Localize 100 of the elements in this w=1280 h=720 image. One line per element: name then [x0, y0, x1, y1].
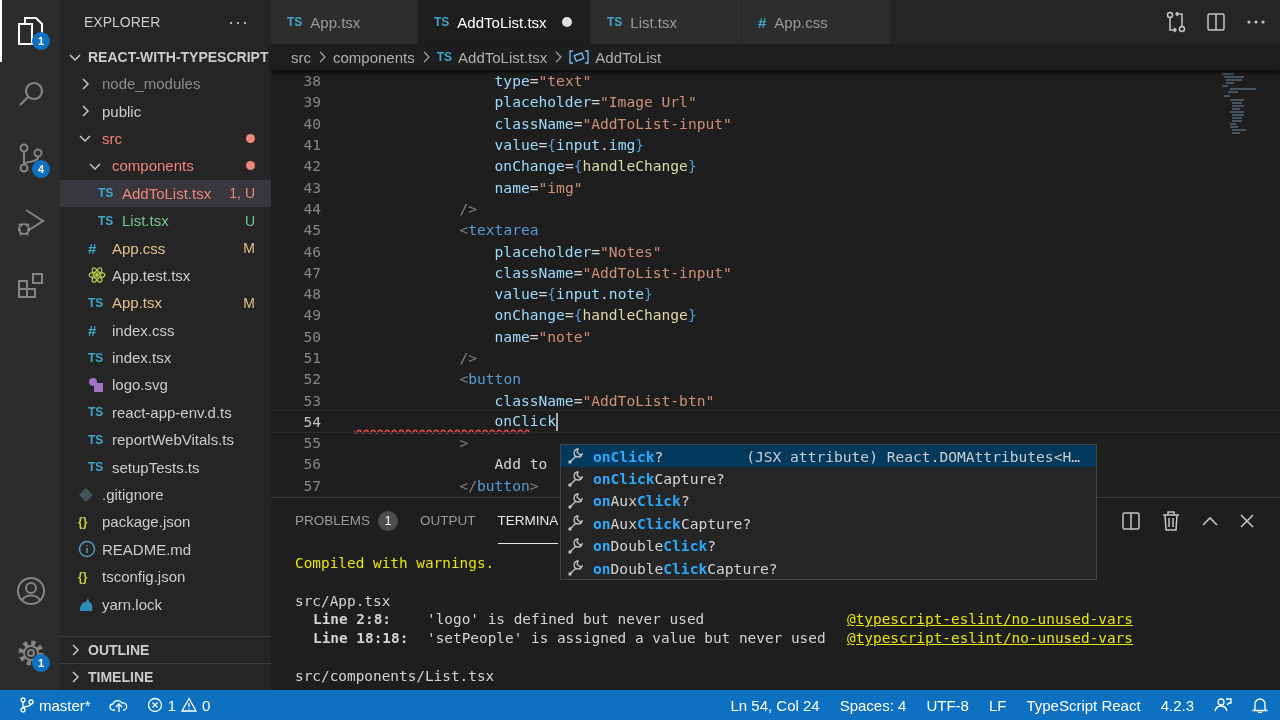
panel-tab[interactable]: OUTPUT: [420, 498, 476, 544]
error-icon: [146, 697, 163, 713]
file-tree-item[interactable]: src: [60, 124, 271, 153]
rule-link[interactable]: @typescript-eslint/no-unused-vars: [847, 610, 1133, 630]
code-line: >: [458, 434, 469, 452]
file-tree-item[interactable]: TS reportWebVitals.ts: [60, 426, 271, 454]
status-bar-item[interactable]: TypeScript React: [1026, 696, 1141, 714]
code-line: placeholder="Notes": [493, 242, 662, 260]
line-number: 47: [302, 263, 321, 281]
project-folder-header[interactable]: REACT-WITH-TYPESCRIPT: [60, 44, 271, 70]
split-panel-icon[interactable]: [1122, 512, 1140, 530]
breadcrumb-item[interactable]: components: [333, 48, 415, 66]
code-line: className="AddToList-input": [493, 114, 732, 132]
suggestion-item[interactable]: onClick? (JSX attribute) React.DOMAttributes<H…: [561, 445, 1096, 468]
code-line: name="note": [493, 327, 592, 345]
chevron-icon: [317, 51, 327, 63]
feedback-icon[interactable]: [1214, 697, 1232, 713]
wrench-icon: [567, 447, 585, 466]
branch-icon: [20, 697, 34, 713]
file-tree-item[interactable]: {} tsconfig.json: [60, 563, 271, 591]
wrench-icon: [567, 559, 585, 578]
notification-badge: 1: [32, 654, 50, 672]
settings-icon: [16, 638, 46, 668]
problems-indicator[interactable]: 1 0: [146, 696, 211, 714]
file-tree-item[interactable]: yarn.lock: [60, 590, 271, 618]
line-number: 55: [302, 434, 321, 452]
suggestion-item[interactable]: onAuxClick?: [561, 489, 1096, 513]
file-tree-item[interactable]: App.test.tsx: [60, 261, 271, 290]
warning-message: 'logo' is defined but never used: [427, 610, 706, 630]
activity-bar-item[interactable]: 1: [0, 622, 60, 684]
notification-badge: 4: [32, 160, 50, 178]
code-line: type="text": [493, 72, 592, 90]
cloud-upload-icon[interactable]: [108, 697, 129, 713]
file-tree-item[interactable]: TS react-app-env.d.ts: [60, 398, 271, 427]
suggestion-detail: (JSX attribute) React.DOMAttributes<H…: [746, 447, 1081, 465]
file-tree-item[interactable]: # index.css: [60, 316, 271, 344]
line-number: 50: [302, 327, 321, 345]
sidebar-section-header[interactable]: OUTLINE: [60, 636, 271, 663]
line-number: 42: [302, 157, 321, 175]
file-tree-item[interactable]: TS List.tsx U: [60, 206, 271, 235]
status-bar-item[interactable]: Ln 54, Col 24: [730, 696, 820, 714]
file-tree-item[interactable]: TS index.tsx: [60, 343, 271, 372]
more-icon[interactable]: [1246, 19, 1266, 25]
breadcrumb-item[interactable]: AddToList: [595, 48, 662, 66]
close-icon[interactable]: [1240, 514, 1254, 528]
code-line: onChange={handleChange}: [493, 306, 697, 324]
warning-location: Line 2:8:: [313, 610, 392, 630]
line-number: 43: [302, 178, 321, 196]
file-tree-item[interactable]: .gitignore: [60, 480, 271, 509]
chevron-up-icon[interactable]: [1202, 516, 1218, 526]
editor-tab[interactable]: TS List.tsx: [591, 0, 742, 44]
code-line: <textarea: [458, 221, 539, 239]
line-number: 49: [302, 306, 321, 324]
trash-icon[interactable]: [1162, 511, 1180, 531]
bell-icon[interactable]: [1252, 697, 1268, 713]
breadcrumb-item[interactable]: src: [291, 48, 311, 66]
terminal-line: src/components/List.tsx: [295, 666, 495, 686]
panel-tab[interactable]: PROBLEMS 1: [295, 498, 399, 544]
breadcrumb-item[interactable]: AddToList.tsx: [458, 48, 548, 66]
file-tree-item[interactable]: logo.svg: [60, 371, 271, 399]
editor-tab[interactable]: TS App.tsx: [271, 0, 418, 44]
editor-tab[interactable]: TS AddToList.tsx: [418, 0, 591, 44]
file-tree-item[interactable]: public: [60, 97, 271, 125]
file-type-icon: TS: [88, 405, 104, 420]
code-line: />: [458, 349, 477, 366]
suggestion-item[interactable]: onDoubleClickCapture?: [561, 556, 1096, 580]
suggestion-item[interactable]: onDoubleClick?: [561, 534, 1096, 557]
branch-indicator[interactable]: master*: [20, 696, 91, 714]
terminal-line: src/App.tsx: [295, 591, 391, 611]
file-tree-item[interactable]: components: [60, 152, 271, 180]
file-type-icon: TS: [607, 15, 623, 29]
line-number: 54: [302, 412, 321, 430]
panel-tab[interactable]: TERMINA: [497, 498, 559, 544]
sidebar-title: EXPLORER: [84, 14, 161, 30]
activity-bar-item[interactable]: 4: [0, 126, 60, 190]
count-badge: 1: [378, 510, 399, 531]
file-tree-item[interactable]: {} package.json: [60, 508, 271, 536]
code-line: value={input.img}: [493, 136, 644, 154]
status-bar-item[interactable]: LF: [988, 696, 1007, 714]
file-tree-item[interactable]: # App.css M: [60, 234, 271, 262]
more-actions-button[interactable]: ···: [228, 11, 249, 33]
terminal-line: Compiled with warnings.: [295, 554, 495, 573]
rule-link[interactable]: @typescript-eslint/no-unused-vars: [847, 629, 1133, 648]
editor-tab[interactable]: # App.css: [742, 0, 891, 44]
git-status-label: M: [243, 294, 255, 311]
file-tree-item[interactable]: TS App.tsx M: [60, 289, 271, 317]
line-number: 53: [302, 391, 321, 409]
status-bar-item[interactable]: UTF-8: [926, 696, 969, 714]
suggestion-item[interactable]: onAuxClickCapture?: [561, 512, 1096, 535]
file-tree-item[interactable]: TS AddToList.tsx 1, U: [60, 179, 271, 207]
warning-message: 'setPeople' is assigned a value but never used: [427, 629, 827, 648]
file-tree-item[interactable]: TS setupTests.ts: [60, 453, 271, 481]
split-editor-icon[interactable]: [1206, 12, 1226, 32]
status-bar-item[interactable]: 4.2.3: [1160, 696, 1194, 714]
suggestion-item[interactable]: onClickCapture?: [561, 467, 1096, 490]
file-tree-item[interactable]: README.md: [60, 535, 271, 564]
file-type-icon: {}: [78, 514, 88, 529]
compare-changes-icon[interactable]: [1166, 11, 1186, 33]
file-tree-item[interactable]: node_modules: [60, 70, 271, 98]
status-bar-item[interactable]: Spaces: 4: [839, 696, 907, 714]
